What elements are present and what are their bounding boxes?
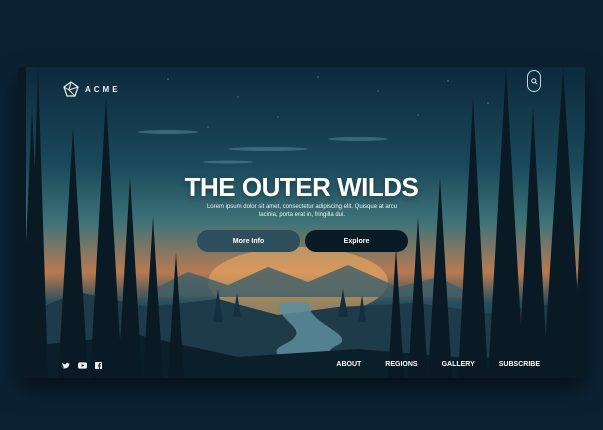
nav-item-about[interactable]: ABOUT xyxy=(336,361,361,368)
hero-description: Lorem ipsum dolor sit amet, consectetur … xyxy=(206,204,398,218)
hero-title: THE OUTER WILDS xyxy=(184,172,419,202)
forest-landscape-illustration xyxy=(18,67,585,378)
search-button[interactable] xyxy=(527,70,541,92)
footer-nav: ABOUT REGIONS GALLERY SUBSCRIBE xyxy=(336,361,540,368)
nav-item-subscribe[interactable]: SUBSCRIBE xyxy=(499,361,540,368)
website-mockup: ACME THE OUTER WILDS Lorem ipsum dolor s… xyxy=(18,67,585,378)
brand-logo[interactable]: ACME xyxy=(63,81,121,97)
youtube-icon[interactable] xyxy=(78,362,87,369)
nav-item-gallery[interactable]: GALLERY xyxy=(442,361,475,368)
facebook-icon[interactable] xyxy=(95,362,102,369)
search-icon xyxy=(530,77,538,85)
nav-item-regions[interactable]: REGIONS xyxy=(385,361,417,368)
brand-name: ACME xyxy=(85,84,121,94)
social-links xyxy=(62,362,102,369)
twitter-icon[interactable] xyxy=(62,362,70,369)
more-info-button[interactable]: More Info xyxy=(197,230,300,252)
explore-button[interactable]: Explore xyxy=(305,230,408,252)
geometric-logo-icon xyxy=(63,81,79,97)
